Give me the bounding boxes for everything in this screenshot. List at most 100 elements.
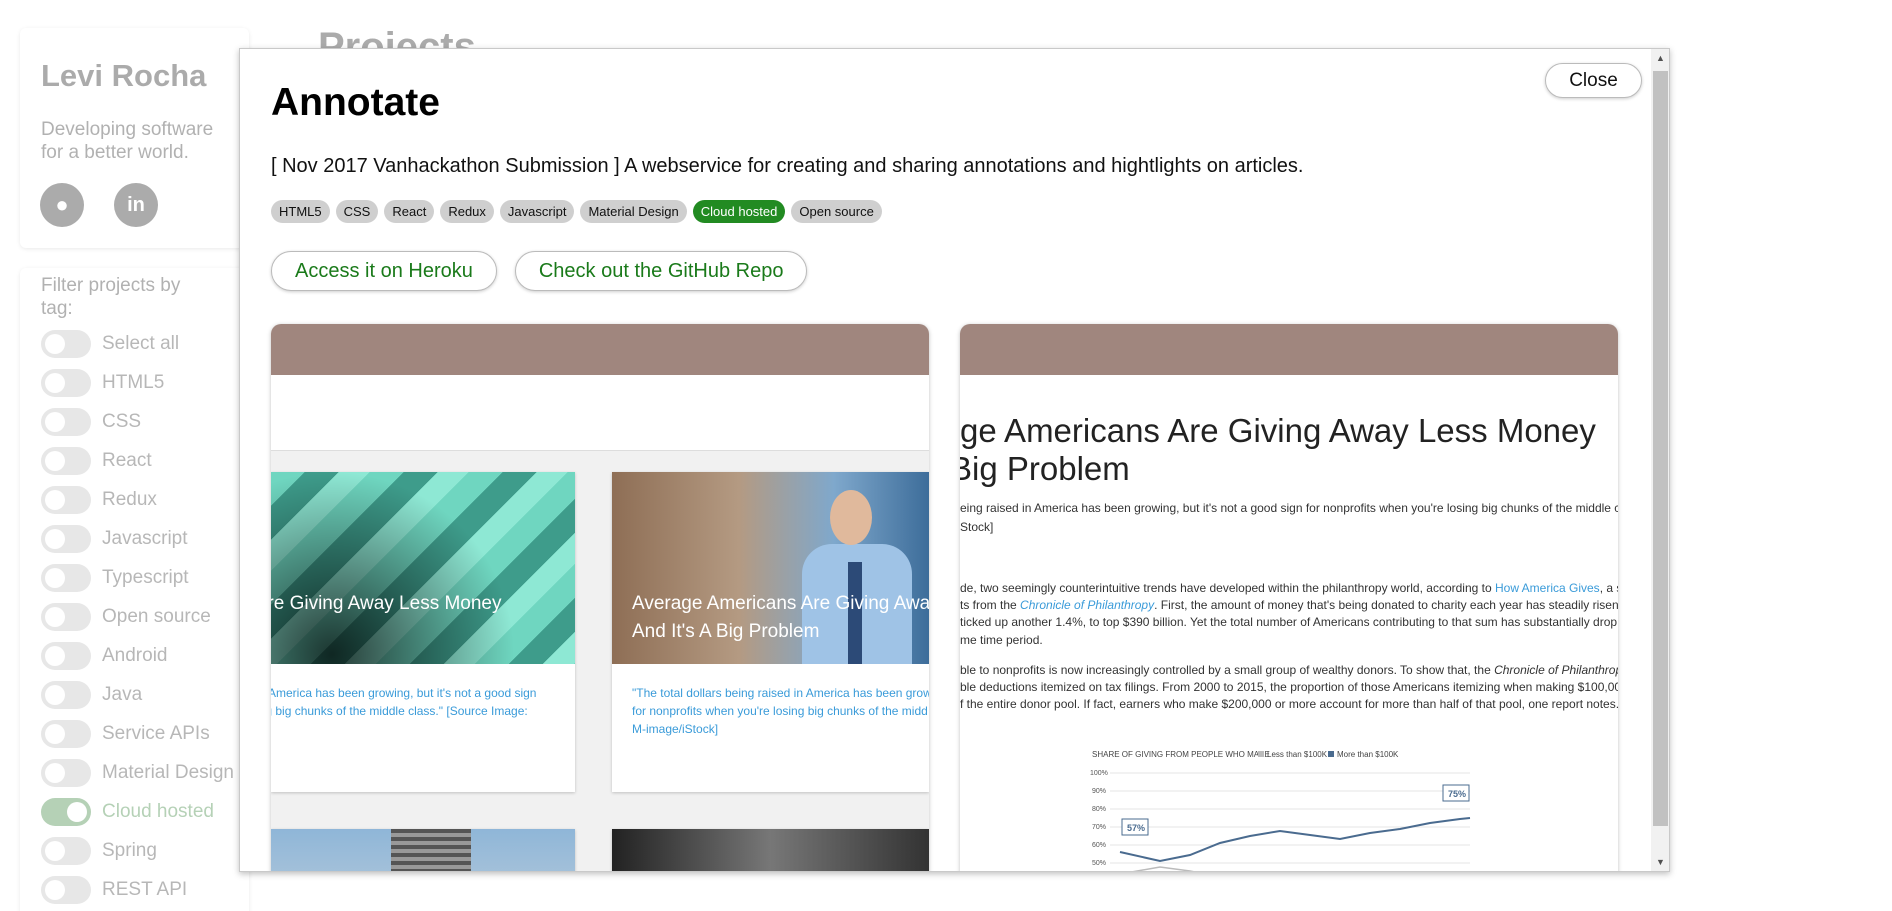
scroll-thumb[interactable] [1653, 71, 1668, 826]
article-text: me time period. [960, 633, 1043, 647]
toggle-switch[interactable] [41, 407, 91, 436]
github-icon[interactable]: ● [40, 183, 84, 227]
chart-label: 57% [1127, 823, 1145, 833]
article-text: Stock] [960, 520, 994, 534]
toggle-switch[interactable] [41, 446, 91, 475]
toggle-switch[interactable] [41, 524, 91, 553]
linkedin-icon[interactable]: in [114, 183, 158, 227]
chart-tick: 50% [1092, 860, 1106, 867]
article-image [612, 829, 929, 871]
filter-item[interactable]: Material Design [41, 753, 234, 792]
toggle-switch[interactable] [41, 719, 91, 748]
article-link: Chronicle of Philanthropy [1020, 598, 1155, 612]
toggle-switch[interactable] [41, 485, 91, 514]
close-button[interactable]: Close [1545, 63, 1642, 98]
screenshot-app-bar [960, 324, 1618, 375]
tag-list: HTML5 CSS React Redux Javascript Materia… [271, 200, 882, 223]
article-image [271, 829, 575, 871]
modal-title: Annotate [271, 81, 440, 124]
toggle-switch[interactable] [41, 680, 91, 709]
article-chart: SHARE OF GIVING FROM PEOPLE WHO MAKE Les… [1090, 749, 1490, 871]
project-links: Access it on Heroku Check out the GitHub… [271, 251, 808, 291]
filter-card: Filter projects by tag: Select all HTML5… [20, 268, 249, 911]
article-text: ts from the Chronicle of Philanthropy. F… [960, 598, 1618, 612]
tag-chip: Javascript [499, 200, 575, 223]
toggle-switch[interactable] [41, 758, 91, 787]
article-text: ble deductions itemized on tax filings. … [960, 680, 1618, 694]
filter-label: Java [102, 683, 143, 705]
article-card: s Are Giving Away Less Money em in Ameri… [271, 472, 575, 792]
tag-chip-active: Cloud hosted [692, 200, 786, 223]
filter-item[interactable]: HTML5 [41, 363, 234, 402]
article-card-excerpt: "The total dollars being raised in Ameri… [632, 686, 929, 736]
toggle-switch[interactable] [41, 368, 91, 397]
chart-legend-title: SHARE OF GIVING FROM PEOPLE WHO MAKE [1092, 750, 1270, 759]
chart-tick: 70% [1092, 824, 1106, 831]
filter-label: Javascript [102, 527, 188, 549]
filter-item[interactable]: Open source [41, 597, 234, 636]
filter-item[interactable]: CSS [41, 402, 234, 441]
github-repo-button[interactable]: Check out the GitHub Repo [514, 251, 808, 291]
article-text: de, two seemingly counterintuitive trend… [960, 581, 1618, 595]
filter-item[interactable]: Java [41, 675, 234, 714]
filter-item[interactable]: Android [41, 636, 234, 675]
filter-label: CSS [102, 410, 142, 432]
scroll-up-arrow-icon[interactable]: ▲ [1651, 49, 1669, 67]
heroku-link-button[interactable]: Access it on Heroku [271, 251, 497, 291]
article-card: Average Americans Are Giving Away And It… [612, 472, 929, 792]
filter-item[interactable]: Select all [41, 324, 234, 363]
filter-item[interactable]: REST API [41, 870, 234, 909]
chart-tick: 80% [1092, 806, 1106, 813]
filter-label: Material Design [102, 761, 234, 783]
legend-swatch [1258, 751, 1264, 757]
filter-label: Service APIs [102, 722, 210, 744]
filter-label: Select all [102, 332, 180, 354]
filter-label: REST API [102, 878, 188, 900]
article-title: ge Americans Are Giving Away Less Money [960, 412, 1596, 449]
chart-legend-b: More than $100K [1337, 750, 1399, 759]
filter-label: Typescript [102, 566, 189, 588]
filter-item[interactable]: Service APIs [41, 714, 234, 753]
filter-label: Open source [102, 605, 211, 627]
article-chart-svg: SHARE OF GIVING FROM PEOPLE WHO MAKE Les… [1090, 750, 1471, 871]
article-title: Big Problem [960, 450, 1130, 487]
filter-label: React [102, 449, 152, 471]
tag-chip: Open source [791, 200, 882, 223]
tag-chip: Redux [440, 200, 494, 223]
tag-chip: HTML5 [271, 200, 330, 223]
filter-item[interactable]: Typescript [41, 558, 234, 597]
project-screenshot-feed: s Are Giving Away Less Money em in Ameri… [271, 324, 929, 871]
article-link: How America Gives [1494, 581, 1600, 595]
tag-chip: React [384, 200, 435, 223]
toggle-switch[interactable] [41, 602, 91, 631]
filter-list: Select all HTML5 CSS React Redux Javascr… [41, 324, 234, 909]
filter-label: HTML5 [102, 371, 165, 393]
filter-item[interactable]: Cloud hosted [41, 792, 234, 831]
toggle-switch[interactable] [41, 797, 91, 826]
filter-item[interactable]: React [41, 441, 234, 480]
scroll-down-arrow-icon[interactable]: ▼ [1651, 853, 1669, 871]
filter-item[interactable]: Spring [41, 831, 234, 870]
article-card [271, 829, 575, 871]
article-text: eing raised in America has been growing,… [960, 501, 1618, 515]
article-text: f the entire donor pool. If fact, earner… [960, 697, 1618, 711]
toggle-switch[interactable] [41, 836, 91, 865]
project-description: [ Nov 2017 Vanhackathon Submission ] A w… [271, 155, 1304, 177]
article-card-excerpt: in America has been growing, but it's no… [271, 686, 537, 718]
chart-tick: 100% [1090, 770, 1108, 777]
tag-chip: Material Design [580, 200, 687, 223]
article-card [612, 829, 929, 871]
article-card-title: s Are Giving Away Less Money em [271, 593, 502, 614]
toggle-switch[interactable] [41, 563, 91, 592]
toggle-switch[interactable] [41, 641, 91, 670]
filter-item[interactable]: Javascript [41, 519, 234, 558]
toggle-switch[interactable] [41, 875, 91, 904]
project-modal: Annotate Close [ Nov 2017 Vanhackathon S… [239, 48, 1670, 872]
chart-grid [1110, 772, 1470, 864]
modal-scrollbar[interactable]: ▲ ▼ [1651, 49, 1669, 871]
toggle-switch[interactable] [41, 329, 91, 358]
filter-label: Redux [102, 488, 157, 510]
project-screenshot-article: ge Americans Are Giving Away Less Money … [960, 324, 1618, 871]
filter-item[interactable]: Redux [41, 480, 234, 519]
profile-card: Levi Rocha Developing software for a bet… [20, 28, 249, 248]
